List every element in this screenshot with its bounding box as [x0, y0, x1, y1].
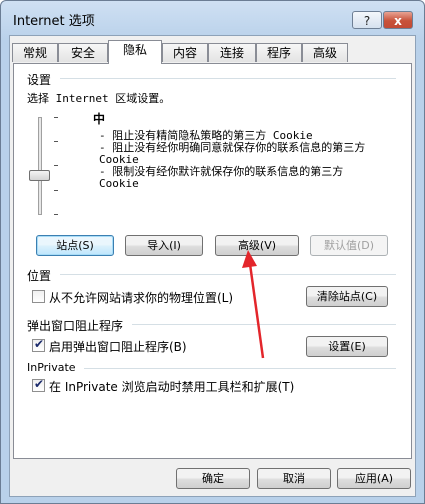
popup-blocker-heading: 弹出窗口阻止程序 — [27, 319, 124, 333]
inprivate-divider — [84, 368, 396, 369]
privacy-level-description: - 阻止没有精简隐私策略的第三方 Cookie - 阻止没有经你明确同意就保存你… — [99, 130, 384, 190]
tab-general[interactable]: 常规 — [12, 43, 58, 62]
slider-track[interactable] — [38, 117, 42, 215]
popup-settings-button[interactable]: 设置(E) — [306, 336, 388, 357]
default-button[interactable]: 默认值(D) — [310, 235, 388, 256]
tab-security[interactable]: 安全 — [58, 43, 108, 62]
title-bar[interactable]: Internet 选项 ? x — [1, 1, 424, 35]
enable-popup-blocker-checkbox[interactable]: ✔ — [32, 337, 45, 352]
slider-tick — [54, 190, 58, 191]
tab-privacy[interactable]: 隐私 — [108, 40, 162, 64]
window-title: Internet 选项 — [13, 14, 95, 29]
slider-tick — [54, 214, 58, 215]
cancel-button[interactable]: 取消 — [257, 468, 331, 489]
popup-divider — [132, 324, 396, 325]
checkmark-icon: ✔ — [34, 377, 45, 391]
description-line: - 阻止没有经你明确同意就保存你的联系信息的第三方 Cookie — [99, 141, 366, 166]
tab-programs[interactable]: 程序 — [256, 43, 302, 62]
settings-divider — [60, 78, 396, 79]
disable-toolbars-checkbox[interactable]: ✔ — [32, 377, 45, 392]
location-divider — [60, 274, 396, 275]
close-button[interactable]: x — [383, 11, 413, 29]
zone-prompt: 选择 Internet 区域设置。 — [27, 92, 171, 105]
tab-advanced[interactable]: 高级 — [302, 43, 348, 62]
never-allow-location-label: 从不允许网站请求你的物理位置(L) — [49, 291, 234, 305]
slider-thumb[interactable] — [29, 170, 50, 181]
disable-toolbars-label: 在 InPrivate 浏览启动时禁用工具栏和扩展(T) — [49, 380, 295, 394]
slider-tick — [54, 165, 58, 166]
inprivate-heading: InPrivate — [27, 361, 76, 374]
checkmark-icon: ✔ — [34, 337, 45, 351]
enable-popup-blocker-label: 启用弹出窗口阻止程序(B) — [49, 340, 187, 354]
privacy-panel: 设置 选择 Internet 区域设置。 中 - 阻止没有精简隐私策略的第三方 … — [13, 63, 412, 459]
sites-button[interactable]: 站点(S) — [36, 235, 114, 256]
internet-options-dialog: Internet 选项 ? x 常规 安全 隐私 内容 连接 程序 高级 设置 … — [0, 0, 425, 504]
slider-tick — [54, 117, 58, 118]
location-heading: 位置 — [27, 269, 52, 283]
import-button[interactable]: 导入(I) — [125, 235, 203, 256]
description-line: - 限制没有经你默许就保存你的联系信息的第三方 Cookie — [99, 165, 344, 190]
tab-content[interactable]: 内容 — [162, 43, 208, 62]
clear-sites-button[interactable]: 清除站点(C) — [306, 286, 388, 307]
privacy-level-name: 中 — [93, 112, 106, 126]
never-allow-location-checkbox[interactable] — [32, 290, 45, 303]
settings-heading: 设置 — [27, 73, 52, 87]
dialog-body: 常规 安全 隐私 内容 连接 程序 高级 设置 选择 Internet 区域设置… — [9, 35, 416, 497]
help-button[interactable]: ? — [352, 11, 382, 29]
ok-button[interactable]: 确定 — [176, 468, 250, 489]
slider-tick — [54, 141, 58, 142]
apply-button[interactable]: 应用(A) — [337, 468, 411, 489]
advanced-button[interactable]: 高级(V) — [215, 235, 299, 256]
tab-connections[interactable]: 连接 — [208, 43, 256, 62]
